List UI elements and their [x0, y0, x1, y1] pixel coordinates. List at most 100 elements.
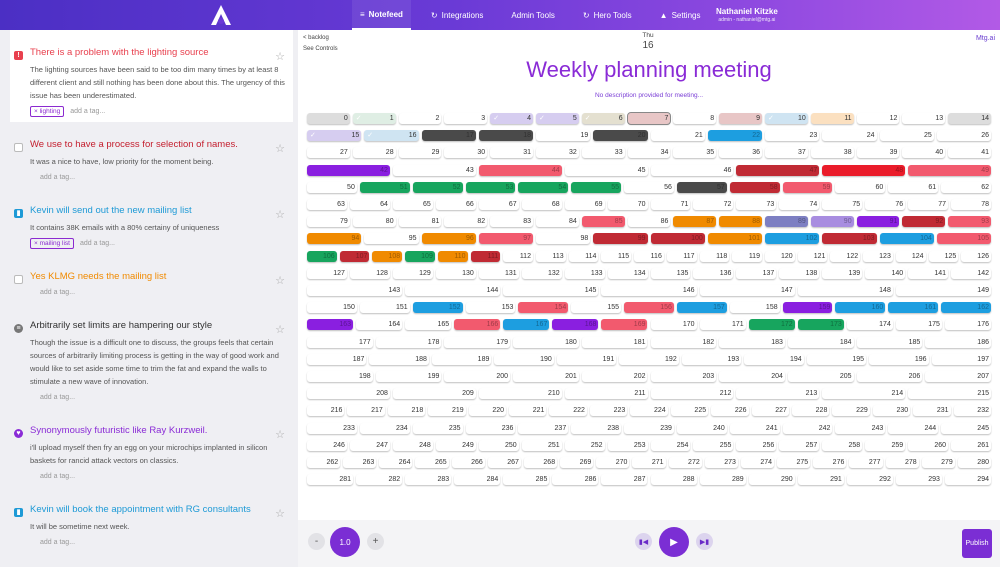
note-chip[interactable]: 253 [607, 439, 648, 451]
note-chip[interactable]: 33 [581, 147, 625, 159]
note-chip[interactable]: 179 [444, 336, 511, 348]
note-chip[interactable]: 158 [729, 302, 780, 314]
note-chip[interactable]: 258 [822, 439, 863, 451]
note-chip[interactable]: 217 [347, 405, 385, 417]
note-chip[interactable]: 288 [650, 474, 697, 486]
note-chip[interactable]: 123 [863, 250, 893, 262]
note-chip[interactable]: 45 [564, 164, 648, 176]
add-tag-input[interactable]: add a tag... [40, 174, 75, 181]
note-chip[interactable]: 39 [856, 147, 900, 159]
note-chip[interactable]: 214 [822, 388, 906, 400]
note-chip[interactable]: 289 [699, 474, 746, 486]
issue-card[interactable]: We use to have a process for selection o… [10, 122, 293, 188]
note-chip[interactable]: 51 [359, 181, 410, 193]
note-chip[interactable]: 117 [666, 250, 697, 262]
note-chip[interactable]: 173 [797, 319, 844, 331]
note-chip[interactable]: 135 [650, 267, 691, 279]
note-chip[interactable]: 99 [593, 233, 648, 245]
note-chip[interactable]: 0 [307, 113, 350, 124]
note-chip[interactable]: 206 [856, 371, 923, 382]
star-icon[interactable]: ☆ [275, 142, 285, 155]
note-chip[interactable]: 246 [307, 439, 347, 451]
note-chip[interactable]: 41 [948, 147, 991, 159]
note-chip[interactable]: 227 [751, 405, 789, 417]
issue-card[interactable]: ▮ Kevin will book the appointment with RG… [10, 487, 293, 553]
note-chip[interactable]: 232 [953, 405, 991, 417]
note-chip[interactable]: 280 [957, 457, 991, 468]
note-chip[interactable]: 244 [888, 422, 939, 434]
note-chip[interactable]: 233 [307, 422, 357, 434]
note-chip[interactable]: 213 [736, 388, 820, 400]
note-chip[interactable]: 75 [822, 199, 863, 210]
note-chip[interactable]: 281 [307, 474, 354, 486]
note-chip[interactable]: 106 [307, 250, 337, 262]
nav-admin-tools[interactable]: Admin Tools [503, 0, 562, 30]
note-chip[interactable]: 69 [564, 199, 605, 210]
note-chip[interactable]: 167 [503, 319, 550, 331]
note-chip[interactable]: 108 [372, 250, 403, 262]
note-chip[interactable]: 165 [405, 319, 452, 331]
speed-increase-button[interactable]: + [367, 533, 384, 550]
note-chip[interactable]: 21 [650, 130, 705, 142]
note-chip[interactable]: 166 [454, 319, 501, 331]
note-chip[interactable]: 220 [468, 405, 507, 417]
note-chip[interactable]: 85 [581, 216, 625, 228]
note-chip[interactable]: 243 [835, 422, 886, 434]
note-chip[interactable]: 188 [369, 353, 429, 365]
note-chip[interactable]: 153 [465, 302, 516, 314]
note-chip[interactable]: 218 [387, 405, 426, 417]
note-chip[interactable]: 247 [349, 439, 390, 451]
note-chip[interactable]: 115 [601, 250, 632, 262]
note-chip[interactable]: 267 [487, 457, 521, 468]
note-chip[interactable]: 142 [951, 267, 991, 279]
note-chip[interactable]: 9 [719, 113, 762, 124]
note-chip[interactable]: 277 [849, 457, 883, 468]
note-chip[interactable]: 129 [392, 267, 433, 279]
note-chip[interactable]: 12 [856, 113, 900, 124]
add-tag-input[interactable]: add a tag... [80, 240, 115, 247]
issue-title[interactable]: Synonymously futuristic like Ray Kurzwei… [30, 425, 293, 437]
note-chip[interactable]: 70 [607, 199, 648, 210]
note-chip[interactable]: 292 [846, 474, 893, 486]
note-chip[interactable]: 182 [650, 336, 717, 348]
issue-title[interactable]: We use to have a process for selection o… [30, 139, 293, 151]
note-chip[interactable]: 88 [719, 216, 762, 228]
note-chip[interactable]: 177 [307, 336, 373, 348]
note-chip[interactable]: 191 [556, 353, 617, 365]
nav-settings[interactable]: ▲ Settings [652, 0, 709, 30]
note-chip[interactable]: 90 [810, 216, 854, 228]
note-chip[interactable]: 103 [822, 233, 877, 245]
note-chip[interactable]: 25 [879, 130, 934, 142]
note-chip[interactable]: 147 [699, 285, 795, 296]
note-chip[interactable]: 48 [822, 164, 906, 176]
note-chip[interactable]: 11 [810, 113, 854, 124]
add-tag-input[interactable]: add a tag... [40, 289, 75, 296]
note-chip[interactable]: 124 [895, 250, 926, 262]
note-chip[interactable]: 236 [465, 422, 516, 434]
note-chip[interactable]: 57 [676, 181, 727, 193]
note-chip[interactable]: ✓ 4 [490, 113, 533, 124]
note-chip[interactable]: 192 [619, 353, 679, 365]
note-chip[interactable]: 46 [650, 164, 734, 176]
note-chip[interactable]: 287 [601, 474, 648, 486]
note-chip[interactable]: 138 [779, 267, 820, 279]
star-icon[interactable]: ☆ [275, 507, 285, 520]
note-chip[interactable]: 231 [913, 405, 951, 417]
note-chip[interactable]: 256 [736, 439, 777, 451]
note-chip[interactable]: 183 [719, 336, 785, 348]
note-chip[interactable]: 61 [888, 181, 939, 193]
note-chip[interactable]: 259 [865, 439, 906, 451]
note-chip[interactable]: 128 [349, 267, 390, 279]
note-chip[interactable]: 125 [928, 250, 959, 262]
note-chip[interactable]: 145 [503, 285, 599, 296]
note-chip[interactable]: 226 [711, 405, 749, 417]
app-logo-icon[interactable] [208, 3, 234, 27]
note-chip[interactable]: 3 [444, 113, 488, 124]
note-chip[interactable]: 131 [478, 267, 519, 279]
note-chip[interactable]: 66 [435, 199, 476, 210]
note-chip[interactable]: ✓ 5 [536, 113, 579, 124]
note-chip[interactable]: 265 [415, 457, 449, 468]
note-chip[interactable]: 203 [650, 371, 717, 382]
note-chip[interactable]: 286 [552, 474, 599, 486]
note-chip[interactable]: 132 [521, 267, 562, 279]
